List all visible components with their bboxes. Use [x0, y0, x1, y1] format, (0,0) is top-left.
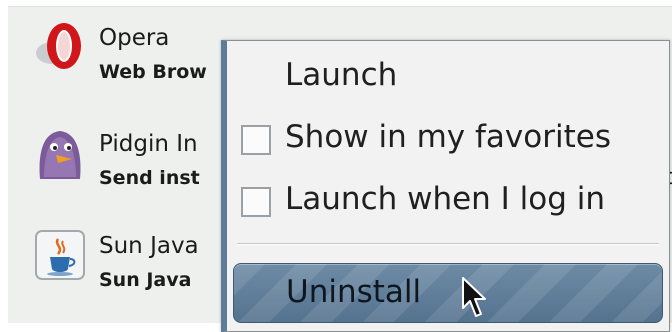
menu-item-launch-on-login[interactable]: Launch when I log in	[227, 173, 669, 229]
context-menu: Launch Show in my favorites Launch when …	[221, 40, 670, 332]
menu-item-launch[interactable]: Launch	[227, 49, 669, 105]
opera-icon	[36, 23, 81, 69]
app-description: Web Brow	[99, 61, 207, 83]
menu-item-label: Launch when I log in	[285, 181, 606, 217]
app-name: Opera	[99, 25, 170, 51]
app-item-opera[interactable]: Opera Web Brow	[32, 19, 232, 89]
mouse-pointer-icon	[462, 277, 486, 317]
login-checkbox[interactable]	[241, 187, 271, 217]
app-description: Sun Java	[99, 269, 192, 291]
java-icon	[35, 230, 85, 280]
favorites-checkbox[interactable]	[241, 125, 271, 155]
menu-separator	[237, 243, 659, 245]
app-description: Send inst	[99, 167, 200, 189]
app-name: Pidgin In	[99, 131, 198, 157]
menu-item-show-in-favorites[interactable]: Show in my favorites	[227, 111, 669, 167]
app-name: Sun Java	[99, 233, 199, 259]
menu-item-label: Show in my favorites	[285, 119, 611, 155]
menu-item-uninstall[interactable]: Uninstall	[233, 263, 663, 323]
app-item-pidgin[interactable]: Pidgin In Send inst	[32, 125, 232, 195]
menu-item-label: Launch	[285, 57, 398, 93]
pidgin-icon	[39, 131, 81, 179]
app-item-sun-java[interactable]: Sun Java Sun Java	[32, 227, 232, 297]
menu-item-label: Uninstall	[286, 274, 422, 310]
